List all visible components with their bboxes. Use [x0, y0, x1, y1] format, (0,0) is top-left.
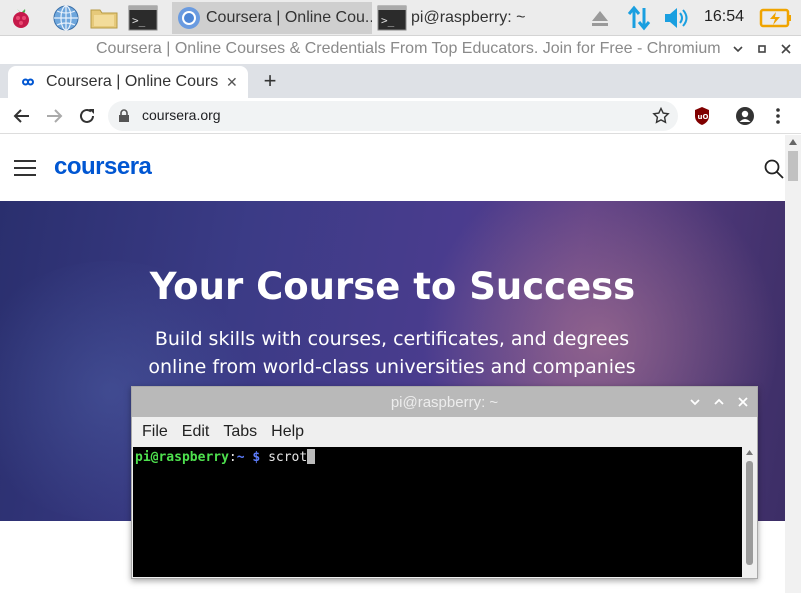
terminal-menubar: File Edit Tabs Help — [132, 417, 757, 447]
terminal-title: pi@raspberry: ~ — [390, 394, 499, 411]
text-cursor — [307, 449, 316, 464]
tab-coursera[interactable]: Coursera | Online Courses & Credentials … — [8, 66, 248, 98]
chromium-icon — [178, 7, 200, 29]
back-icon[interactable] — [10, 104, 34, 128]
window-titlebar[interactable]: Coursera | Online Courses & Credentials … — [0, 36, 801, 64]
page-scrollbar[interactable] — [785, 135, 801, 593]
menu-help[interactable]: Help — [271, 423, 304, 441]
terminal-window[interactable]: pi@raspberry: ~ File Edit Tabs Help pi@r… — [131, 386, 758, 579]
svg-text:>_: >_ — [132, 14, 146, 27]
browser-toolbar: coursera.org uO — [0, 98, 801, 134]
ublock-extension-icon[interactable]: uO — [690, 104, 714, 128]
volume-icon[interactable] — [661, 3, 691, 33]
raspberry-menu-icon[interactable] — [6, 3, 36, 33]
taskbar-task-label: pi@raspberry: ~ — [411, 9, 526, 26]
hero-subtitle: Build skills with courses, certificates,… — [148, 328, 636, 378]
maximize-icon[interactable] — [755, 42, 769, 56]
svg-text:uO: uO — [698, 113, 709, 121]
close-icon[interactable] — [779, 42, 793, 56]
menu-edit[interactable]: Edit — [182, 423, 210, 441]
page-scrollbar-thumb[interactable] — [788, 151, 798, 181]
hamburger-menu-icon[interactable] — [14, 159, 36, 177]
menu-file[interactable]: File — [142, 423, 168, 441]
minimize-icon[interactable] — [731, 42, 745, 56]
terminal-titlebar[interactable]: pi@raspberry: ~ — [132, 387, 757, 417]
svg-text:>_: >_ — [381, 14, 395, 27]
file-manager-icon[interactable] — [89, 3, 119, 33]
terminal-scroll-up-icon[interactable] — [746, 450, 753, 455]
site-header: coursera — [0, 135, 785, 201]
terminal-minimize-icon[interactable] — [688, 395, 702, 409]
prompt-user: pi@raspberry — [135, 450, 229, 465]
new-tab-button[interactable]: + — [260, 68, 280, 94]
network-icon[interactable] — [624, 3, 654, 33]
terminal-icon: >_ — [377, 5, 407, 31]
scroll-up-icon[interactable] — [789, 139, 797, 145]
window-title: Coursera | Online Courses & Credentials … — [96, 40, 721, 57]
prompt-path: ~ — [236, 450, 245, 465]
hero-title: Your Course to Success — [149, 265, 636, 308]
terminal-command: scrot — [268, 450, 308, 465]
search-icon[interactable] — [764, 159, 784, 179]
menu-tabs[interactable]: Tabs — [223, 423, 257, 441]
coursera-favicon-icon — [22, 78, 35, 86]
terminal-maximize-icon[interactable] — [712, 395, 726, 409]
terminal-scrollbar-thumb[interactable] — [746, 461, 753, 565]
profile-icon[interactable] — [733, 104, 757, 128]
forward-icon[interactable] — [42, 104, 66, 128]
taskbar-task-terminal[interactable]: >_ pi@raspberry: ~ — [373, 2, 573, 34]
tab-title: Coursera | Online Courses & Credentials — [46, 73, 218, 90]
coursera-logo[interactable]: coursera — [54, 153, 152, 181]
taskbar: >_ Coursera | Online Cou... >_ pi@raspbe… — [0, 0, 801, 36]
prompt-separator: : — [228, 450, 237, 465]
web-browser-icon[interactable] — [51, 3, 81, 33]
terminal-screen[interactable]: pi@raspberry:~ $ scrot — [133, 447, 742, 577]
url-text[interactable]: coursera.org — [142, 107, 221, 123]
clock[interactable]: 16:54 — [704, 8, 744, 26]
tab-strip: Coursera | Online Courses & Credentials … — [0, 64, 801, 98]
lock-icon[interactable] — [118, 109, 130, 123]
battery-icon[interactable] — [758, 3, 794, 33]
tab-close-icon[interactable]: ✕ — [226, 74, 238, 91]
eject-icon[interactable] — [585, 3, 615, 33]
terminal-icon[interactable]: >_ — [128, 3, 158, 33]
address-bar[interactable]: coursera.org — [108, 101, 678, 131]
reload-icon[interactable] — [75, 104, 99, 128]
menu-kebab-icon[interactable] — [766, 104, 790, 128]
taskbar-task-label: Coursera | Online Cou... — [206, 9, 372, 26]
prompt-sign: $ — [252, 450, 261, 465]
terminal-prompt-line: pi@raspberry:~ $ scrot — [135, 449, 316, 465]
taskbar-task-chromium[interactable]: Coursera | Online Cou... — [172, 2, 372, 34]
terminal-scrollbar[interactable] — [743, 447, 756, 577]
bookmark-star-icon[interactable] — [652, 107, 670, 125]
terminal-close-icon[interactable] — [736, 395, 750, 409]
